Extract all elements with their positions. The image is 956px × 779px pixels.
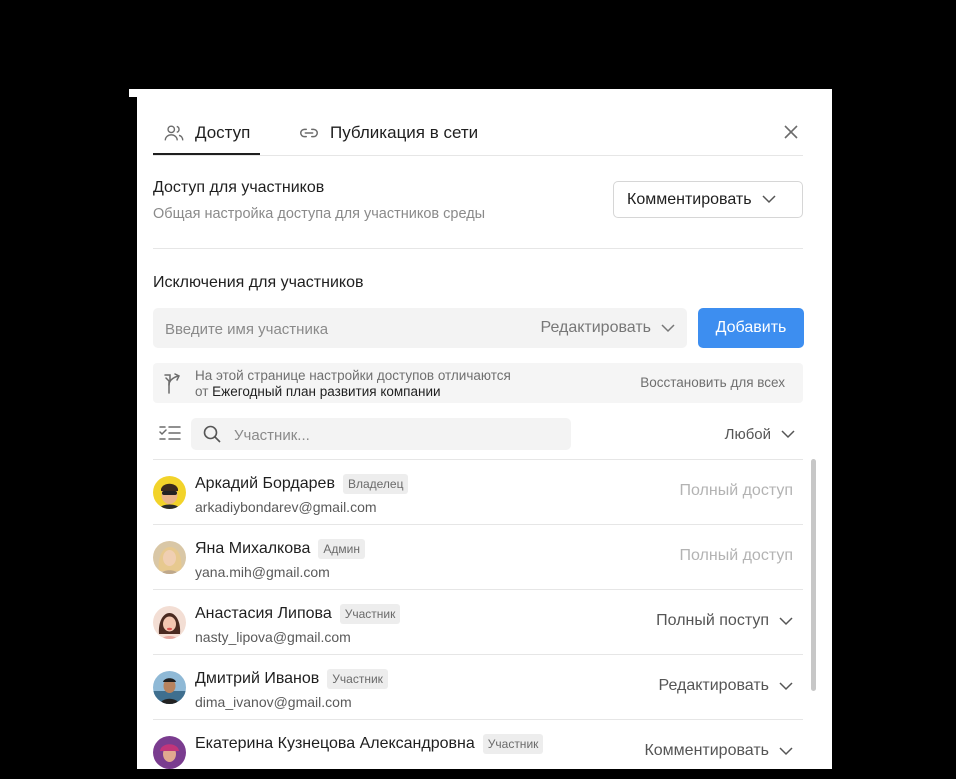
member-row: Дмитрий Иванов Участник dima_ivanov@gmai…	[153, 654, 803, 719]
avatar	[153, 671, 186, 704]
avatar	[153, 476, 186, 509]
member-name: Яна Михалкова Админ	[195, 539, 365, 559]
member-name: Дмитрий Иванов Участник	[195, 669, 388, 689]
member-access-select[interactable]: Редактировать	[658, 677, 793, 695]
add-button[interactable]: Добавить	[698, 308, 804, 348]
member-name-input[interactable]	[163, 308, 497, 350]
tab-access[interactable]: Доступ	[152, 111, 261, 155]
member-access-value: Полный доступ	[679, 547, 793, 565]
role-badge: Админ	[318, 539, 365, 559]
avatar	[153, 736, 186, 769]
access-dialog: Доступ Публикация в сети Доступ для учас…	[137, 89, 832, 769]
exception-role-value: Редактировать	[540, 319, 651, 336]
member-row: Аркадий Бордарев Владелец arkadiybondare…	[153, 459, 803, 524]
member-name: Анастасия Липова Участник	[195, 604, 401, 624]
role-badge: Участник	[482, 734, 544, 754]
participants-access-select[interactable]: Комментировать	[613, 181, 803, 218]
member-email: nasty_lipova@gmail.com	[195, 629, 351, 645]
add-member-row: Редактировать	[153, 308, 687, 350]
member-access-text: Полный поступ	[656, 612, 769, 629]
chevron-down-icon	[779, 616, 793, 625]
member-filter-row: Любой	[153, 418, 803, 452]
search-icon	[203, 425, 221, 443]
member-list-scrollbar[interactable]	[811, 459, 816, 691]
close-icon	[784, 125, 798, 139]
exceptions-title: Исключения для участников	[153, 274, 364, 291]
member-name-text: Анастасия Липова	[195, 605, 332, 622]
member-access-value: Полный доступ	[679, 482, 793, 500]
member-name-text: Яна Михалкова	[195, 540, 311, 557]
tab-bar: Доступ Публикация в сети	[152, 111, 804, 156]
notice-source-page: Ежегодный план развития компании	[212, 384, 441, 399]
access-filter-value: Любой	[724, 425, 771, 443]
avatar	[153, 606, 186, 639]
member-access-text: Полный доступ	[679, 482, 793, 499]
member-name: Аркадий Бордарев Владелец	[195, 474, 409, 494]
chevron-down-icon	[762, 195, 776, 204]
users-icon	[164, 124, 184, 140]
avatar	[153, 541, 186, 574]
member-access-text: Комментировать	[644, 742, 769, 759]
checklist-icon[interactable]	[159, 425, 181, 443]
member-search-box	[191, 418, 571, 452]
tab-access-label: Доступ	[195, 122, 251, 142]
member-email: arkadiybondarev@gmail.com	[195, 499, 377, 515]
participants-access-value: Комментировать	[627, 190, 752, 208]
tab-publish[interactable]: Публикация в сети	[298, 111, 478, 154]
member-name-text: Аркадий Бордарев	[195, 475, 335, 492]
branch-arrow-icon	[164, 373, 181, 394]
member-name: Екатерина Кузнецова Александровна Участн…	[195, 734, 544, 754]
member-row: Яна Михалкова Админ yana.mih@gmail.com П…	[153, 524, 803, 589]
role-badge: Участник	[339, 604, 401, 624]
member-email: yana.mih@gmail.com	[195, 564, 330, 580]
member-name-text: Екатерина Кузнецова Александровна	[195, 735, 475, 752]
member-search-input[interactable]	[232, 418, 556, 452]
link-icon	[300, 128, 318, 137]
role-badge: Владелец	[342, 474, 409, 494]
notice-line1: На этой странице настройки доступов отли…	[195, 368, 511, 383]
member-access-select[interactable]: Полный поступ	[656, 612, 793, 630]
close-button[interactable]	[778, 119, 804, 145]
member-email: dima_ivanov@gmail.com	[195, 694, 352, 710]
chevron-down-icon	[661, 323, 675, 332]
member-access-text: Полный доступ	[679, 547, 793, 564]
participants-access-section: Доступ для участников Общая настройка до…	[153, 179, 803, 249]
member-name-text: Дмитрий Иванов	[195, 670, 320, 687]
role-badge: Участник	[327, 669, 388, 689]
notice-text: На этой странице настройки доступов отли…	[195, 368, 511, 400]
chevron-down-icon	[781, 429, 795, 438]
inheritance-notice: На этой странице настройки доступов отли…	[153, 363, 803, 403]
member-access-text: Редактировать	[658, 677, 769, 694]
chevron-down-icon	[779, 681, 793, 690]
member-row: Анастасия Липова Участник nasty_lipova@g…	[153, 589, 803, 654]
member-list: Аркадий Бордарев Владелец arkadiybondare…	[153, 459, 803, 779]
tab-publish-label: Публикация в сети	[330, 122, 479, 142]
access-filter-select[interactable]: Любой	[725, 418, 795, 450]
member-row: Екатерина Кузнецова Александровна Участн…	[153, 719, 803, 779]
member-access-select[interactable]: Комментировать	[644, 742, 793, 760]
notice-prefix: от	[195, 384, 213, 399]
restore-for-all-button[interactable]: Восстановить для всех	[640, 375, 785, 390]
exception-role-select[interactable]: Редактировать	[540, 308, 675, 348]
